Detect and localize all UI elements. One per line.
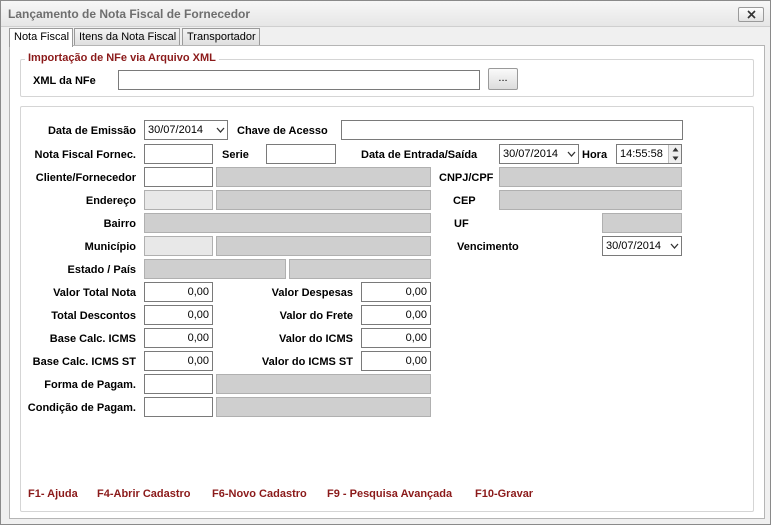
chevron-down-icon (670, 243, 679, 249)
close-icon (746, 10, 756, 19)
bairro-label: Bairro (103, 218, 136, 230)
data-emissao-value: 30/07/2014 (148, 124, 204, 136)
estado-field (144, 259, 286, 279)
nf-fornec-input[interactable] (144, 144, 213, 164)
forma-pagam-name-field (216, 374, 431, 394)
window-title: Lançamento de Nota Fiscal de Fornecedor (8, 7, 251, 21)
hora-spinner[interactable] (668, 145, 681, 163)
estado-pais-label: Estado / País (67, 264, 136, 276)
endereco-street-field (216, 190, 431, 210)
bairro-field (144, 213, 431, 233)
shortcut-f6: F6-Novo Cadastro (212, 488, 307, 500)
uf-field (602, 213, 682, 233)
browse-xml-button[interactable]: ... (488, 68, 518, 90)
tab-transportador[interactable]: Transportador (182, 28, 260, 46)
cliente-code-input[interactable] (144, 167, 213, 187)
endereco-label: Endereço (85, 195, 136, 207)
condicao-pagam-code-input[interactable] (144, 397, 213, 417)
uf-label: UF (454, 218, 469, 230)
shortcut-f4: F4-Abrir Cadastro (97, 488, 191, 500)
valor-icms-st-label: Valor do ICMS ST (261, 356, 353, 368)
hora-label: Hora (582, 149, 608, 161)
hora-input[interactable]: 14:55:58 (616, 144, 682, 164)
vencimento-value: 30/07/2014 (606, 240, 662, 252)
vencimento-label: Vencimento (457, 241, 519, 253)
valor-icms-label: Valor do ICMS (279, 333, 353, 345)
data-emissao-select[interactable]: 30/07/2014 (144, 120, 228, 140)
valor-despesas-input[interactable]: 0,00 (361, 282, 431, 302)
shortcut-f10: F10-Gravar (475, 488, 534, 500)
valor-total-label: Valor Total Nota (53, 287, 136, 299)
valor-icms-st-input[interactable]: 0,00 (361, 351, 431, 371)
valor-frete-label: Valor do Frete (279, 310, 353, 322)
base-icms-st-input[interactable]: 0,00 (144, 351, 213, 371)
cep-label: CEP (453, 195, 476, 207)
serie-label: Serie (222, 149, 249, 161)
total-descontos-label: Total Descontos (51, 310, 136, 322)
vencimento-select[interactable]: 30/07/2014 (602, 236, 682, 256)
serie-input[interactable] (266, 144, 336, 164)
total-descontos-input[interactable]: 0,00 (144, 305, 213, 325)
valor-icms-input[interactable]: 0,00 (361, 328, 431, 348)
close-button[interactable] (738, 7, 764, 22)
chave-acesso-label: Chave de Acesso (237, 125, 328, 137)
municipio-label: Município (84, 241, 136, 253)
cliente-name-field (216, 167, 431, 187)
shortcut-f9: F9 - Pesquisa Avançada (327, 488, 453, 500)
tab-panel-nota-fiscal: Importação de NFe via Arquivo XML XML da… (9, 45, 765, 519)
data-entrada-value: 30/07/2014 (503, 148, 559, 160)
cep-field (499, 190, 682, 210)
xml-label: XML da NFe (33, 75, 96, 87)
condicao-pagam-label: Condição de Pagam. (27, 402, 136, 414)
valor-total-input[interactable]: 0,00 (144, 282, 213, 302)
cnpj-label: CNPJ/CPF (439, 172, 494, 184)
tab-nota-fiscal[interactable]: Nota Fiscal (9, 28, 73, 47)
xml-group-title: Importação de NFe via Arquivo XML (25, 52, 219, 64)
condicao-pagam-name-field (216, 397, 431, 417)
nf-fornec-label: Nota Fiscal Fornec. (34, 149, 136, 161)
endereco-num-field (144, 190, 213, 210)
cnpj-field (499, 167, 682, 187)
data-entrada-select[interactable]: 30/07/2014 (499, 144, 579, 164)
data-emissao-label: Data de Emissão (47, 125, 136, 137)
hora-value: 14:55:58 (620, 148, 663, 160)
municipio-code-field (144, 236, 213, 256)
forma-pagam-label: Forma de Pagam. (44, 379, 136, 391)
spin-down-icon[interactable] (669, 154, 681, 163)
municipio-name-field (216, 236, 431, 256)
base-icms-input[interactable]: 0,00 (144, 328, 213, 348)
shortcut-f1: F1- Ajuda (28, 488, 78, 500)
valor-frete-input[interactable]: 0,00 (361, 305, 431, 325)
title-bar[interactable]: Lançamento de Nota Fiscal de Fornecedor (1, 1, 770, 27)
spin-up-icon[interactable] (669, 145, 681, 154)
xml-path-input[interactable] (118, 70, 480, 90)
chevron-down-icon (567, 151, 576, 157)
base-icms-label: Base Calc. ICMS (49, 333, 136, 345)
cliente-label: Cliente/Fornecedor (35, 172, 136, 184)
chave-acesso-input[interactable] (341, 120, 683, 140)
valor-despesas-label: Valor Despesas (271, 287, 353, 299)
base-icms-st-label: Base Calc. ICMS ST (32, 356, 136, 368)
chevron-down-icon (216, 127, 225, 133)
data-entrada-label: Data de Entrada/Saída (361, 149, 478, 161)
forma-pagam-code-input[interactable] (144, 374, 213, 394)
main-window: Lançamento de Nota Fiscal de Fornecedor … (0, 0, 771, 525)
tab-itens-nota-fiscal[interactable]: Itens da Nota Fiscal (74, 28, 180, 46)
pais-field (289, 259, 431, 279)
